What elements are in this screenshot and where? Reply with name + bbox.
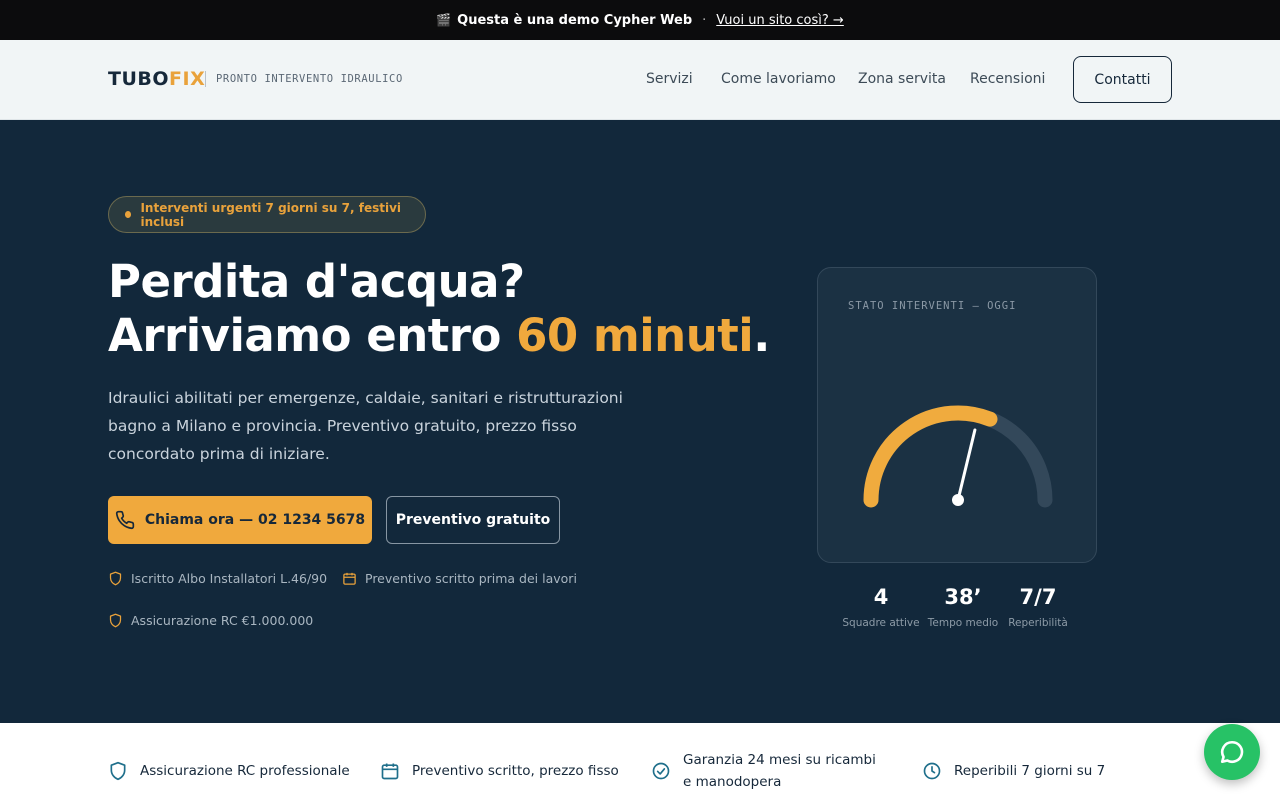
feature-assicurazione: Assicurazione RC professionale (108, 761, 350, 781)
title-pre: Arriviamo entro (108, 309, 517, 362)
clapperboard-icon: 🎬 (436, 13, 452, 27)
hero-title-line2: Arriviamo entro 60 minuti. (108, 309, 770, 363)
tagline: PRONTO INTERVENTO IDRAULICO (205, 71, 403, 87)
trust-text: Preventivo scritto prima dei lavori (365, 571, 577, 586)
badge-text: Interventi urgenti 7 giorni su 7, festiv… (140, 200, 402, 229)
feature-text: Reperibili 7 giorni su 7 (954, 763, 1106, 779)
chat-bubble-icon (1220, 740, 1244, 764)
hero-lead: Idraulici abilitati per emergenze, calda… (108, 389, 623, 463)
logo-part1: TUBO (108, 68, 170, 90)
title-accent: 60 minuti (516, 309, 754, 362)
shield-icon (109, 613, 122, 628)
status-title: STATO INTERVENTI — OGGI (848, 300, 1017, 312)
title-post: . (753, 309, 770, 362)
shield-icon (109, 571, 122, 586)
gauge-chart (863, 405, 1053, 508)
contact-button[interactable]: Contatti (1073, 56, 1172, 103)
feature-text: Garanzia 24 mesi su ricambi e manodopera (683, 752, 876, 790)
demo-bar: 🎬 Questa è una demo Cypher Web · Vuoi un… (0, 0, 1280, 40)
call-now-label: Chiama ora — 02 1234 5678 (144, 512, 366, 528)
urgent-badge: Interventi urgenti 7 giorni su 7, festiv… (108, 196, 426, 233)
clock-icon (923, 762, 941, 780)
stat-value: 7/7 (1019, 585, 1057, 609)
gauge-hub (952, 494, 964, 506)
trust-text: Iscritto Albo Installatori L.46/90 (131, 571, 328, 586)
site-header: TUBO FIX PRONTO INTERVENTO IDRAULICO Serv… (0, 40, 1280, 120)
feature-reperibili: Reperibili 7 giorni su 7 (922, 761, 1105, 781)
trust-text: Assicurazione RC €1.000.000 (131, 613, 314, 628)
feature-text: Preventivo scritto, prezzo fisso (412, 763, 619, 779)
status-card: STATO INTERVENTI — OGGI (817, 267, 1097, 563)
badge-dot-icon (125, 211, 132, 218)
nav-come-lavoriamo[interactable]: Come lavoriamo (721, 71, 836, 87)
logo[interactable]: TUBO FIX (108, 68, 205, 90)
stat-value: 4 (873, 585, 889, 609)
call-now-button[interactable]: Chiama ora — 02 1234 5678 (108, 496, 372, 544)
stat-squadre: 4 Squadre attive (836, 585, 926, 629)
feature-preventivo: Preventivo scritto, prezzo fisso (380, 761, 619, 781)
free-quote-button[interactable]: Preventivo gratuito (386, 496, 560, 544)
feature-garanzia: Garanzia 24 mesi su ricambi e manodopera (651, 749, 881, 793)
hero-title-line1: Perdita d'acqua? (108, 255, 525, 308)
trust-item-assicurazione: Assicurazione RC €1.000.000 (108, 613, 313, 628)
nav-servizi[interactable]: Servizi (646, 71, 693, 87)
phone-icon (115, 510, 135, 530)
stat-label: Reperibilità (1008, 617, 1068, 629)
gauge-track (863, 405, 1053, 508)
calendar-icon (381, 763, 399, 780)
stat-label: Squadre attive (842, 617, 920, 629)
chat-button[interactable] (1204, 724, 1260, 780)
check-circle-icon (652, 762, 670, 780)
feature-text: Assicurazione RC professionale (140, 763, 350, 779)
demo-link[interactable]: Vuoi un sito così? → (716, 13, 844, 28)
calendar-icon (343, 572, 356, 585)
shield-icon (110, 761, 126, 781)
hero-title: Perdita d'acqua? Arriviamo entro 60 minu… (108, 255, 770, 363)
gauge-needle (956, 428, 977, 502)
nav-zona-servita[interactable]: Zona servita (858, 71, 946, 87)
nav-recensioni[interactable]: Recensioni (970, 71, 1045, 87)
demo-text: Questa è una demo Cypher Web (457, 12, 693, 28)
gauge-fill (863, 405, 998, 508)
stat-reperibilita: 7/7 Reperibilità (993, 585, 1083, 629)
hero-section: Interventi urgenti 7 giorni su 7, festiv… (0, 120, 1280, 723)
trust-item-albo: Iscritto Albo Installatori L.46/90 (108, 571, 327, 586)
demo-separator: · (702, 12, 707, 28)
logo-part2: FIX (169, 68, 206, 90)
trust-item-preventivo: Preventivo scritto prima dei lavori (342, 571, 577, 586)
features-strip: Assicurazione RC professionale Preventiv… (0, 723, 1280, 800)
